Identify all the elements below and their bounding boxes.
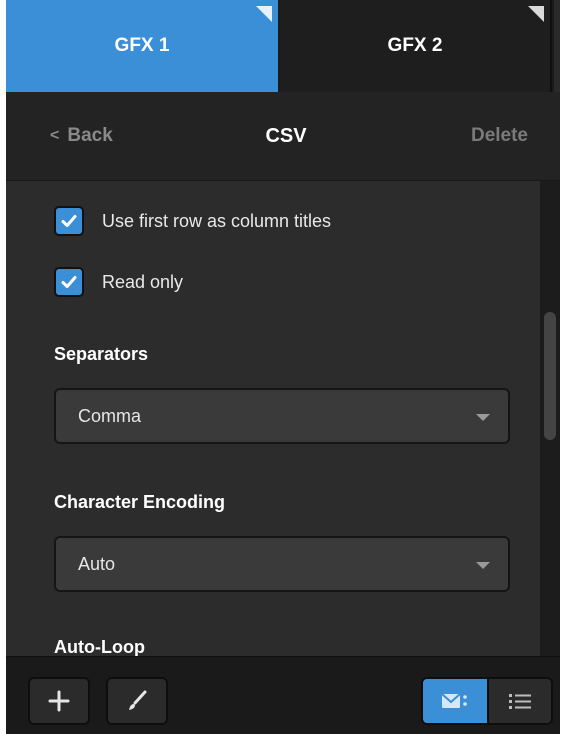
mail-grid-icon: [441, 693, 467, 708]
plus-icon: [48, 690, 70, 712]
tab-corner-indicator: [528, 6, 544, 22]
separators-value: Comma: [78, 405, 142, 426]
auto-loop-heading: Auto-Loop: [54, 637, 145, 656]
tab-overflow-edge: [554, 0, 560, 92]
edit-style-button[interactable]: [106, 677, 168, 725]
caret-down-icon: [476, 562, 490, 569]
delete-button[interactable]: Delete: [471, 92, 528, 180]
read-only-checkbox-row[interactable]: Read only: [54, 265, 183, 299]
page-title: CSV: [265, 124, 307, 147]
settings-content: Use first row as column titles Read only…: [6, 181, 536, 656]
first-row-titles-checkbox-row[interactable]: Use first row as column titles: [54, 204, 331, 238]
character-encoding-value: Auto: [78, 553, 116, 574]
brush-icon: [129, 690, 147, 710]
tab-bar: GFX 1 GFX 2: [6, 0, 560, 92]
read-only-label: Read only: [102, 271, 184, 292]
separators-select[interactable]: Comma: [54, 388, 510, 444]
read-only-checkbox[interactable]: [54, 267, 84, 297]
tab-gfx-2-label: GFX 2: [387, 35, 443, 56]
list-view-toggle[interactable]: [489, 677, 553, 725]
first-row-titles-checkbox[interactable]: [54, 206, 84, 236]
bottom-toolbar: [6, 656, 560, 734]
tab-gfx-1[interactable]: GFX 1: [6, 0, 278, 92]
add-button[interactable]: [28, 677, 90, 725]
tab-gfx-1-label: GFX 1: [114, 35, 170, 56]
first-row-titles-label: Use first row as column titles: [102, 210, 332, 231]
tile-view-toggle[interactable]: [421, 677, 489, 725]
scrollbar-thumb[interactable]: [544, 312, 556, 440]
page-header: < Back CSV Delete: [6, 92, 560, 181]
back-label: Back: [67, 125, 113, 146]
checkmark-icon: [61, 215, 77, 227]
character-encoding-heading: Character Encoding: [54, 492, 226, 512]
gfx-panel: GFX 1 GFX 2 < Back CSV Delete Use first …: [6, 0, 560, 734]
tab-corner-indicator: [256, 6, 272, 22]
separators-heading: Separators: [54, 344, 149, 364]
character-encoding-select[interactable]: Auto: [54, 536, 510, 592]
list-icon: [509, 694, 531, 709]
tab-gfx-2[interactable]: GFX 2: [280, 0, 552, 92]
back-button[interactable]: < Back: [50, 92, 113, 180]
chevron-left-icon: <: [50, 127, 60, 144]
caret-down-icon: [476, 414, 490, 421]
checkmark-icon: [61, 276, 77, 288]
